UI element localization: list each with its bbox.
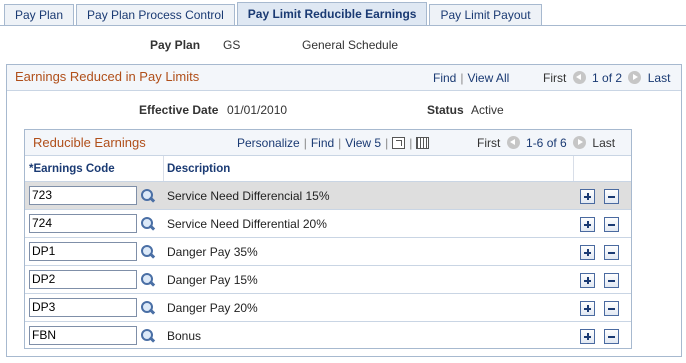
delete-row-button[interactable] — [604, 329, 619, 344]
view-5-link[interactable]: View 5 — [345, 136, 381, 150]
table-row: DP3 Danger Pay 20% — [25, 294, 631, 322]
separator: | — [409, 136, 413, 150]
delete-row-button[interactable] — [604, 273, 619, 288]
personalize-link[interactable]: Personalize — [237, 136, 300, 150]
reducible-earnings-title: Reducible Earnings — [33, 135, 146, 150]
earnings-reduced-header: Earnings Reduced in Pay Limits Find | View… — [7, 65, 681, 91]
outer-find-link[interactable]: Find — [433, 71, 456, 85]
grid-last-label: Last — [592, 136, 616, 150]
earnings-description: Bonus — [167, 329, 202, 343]
outer-last-link[interactable]: Last — [648, 71, 671, 85]
status-label: Status — [427, 103, 464, 117]
add-row-button[interactable] — [580, 245, 595, 260]
delete-row-button[interactable] — [604, 217, 619, 232]
grid-first-label: First — [477, 136, 501, 150]
grid-find-link[interactable]: Find — [311, 136, 334, 150]
status-value: Active — [471, 103, 504, 117]
add-row-button[interactable] — [580, 189, 595, 204]
lookup-icon[interactable] — [141, 245, 155, 259]
add-row-button[interactable] — [580, 217, 595, 232]
next-arrow-icon[interactable] — [628, 71, 642, 84]
earnings-code-input[interactable]: 723 — [29, 186, 137, 205]
delete-row-button[interactable] — [604, 301, 619, 316]
effective-date-value: 01/01/2010 — [227, 103, 288, 117]
outer-first-label: First — [543, 71, 567, 85]
earnings-code-input[interactable]: FBN — [29, 326, 137, 345]
separator: | — [303, 136, 307, 150]
separator: | — [385, 136, 389, 150]
earnings-code-input[interactable]: DP3 — [29, 298, 137, 317]
effective-date-label: Effective Date — [139, 103, 219, 117]
lookup-icon[interactable] — [141, 189, 155, 203]
outer-view-all-link[interactable]: View All — [467, 71, 509, 85]
lookup-icon[interactable] — [141, 301, 155, 315]
earnings-code-input[interactable]: 724 — [29, 214, 137, 233]
earnings-description: Service Need Differencial 15% — [167, 189, 330, 203]
previous-arrow-icon[interactable] — [506, 136, 520, 149]
download-grid-icon[interactable] — [416, 137, 430, 149]
earnings-code-column-header[interactable]: *Earnings Code — [29, 163, 115, 175]
pay-plan-description: General Schedule — [302, 38, 399, 52]
tab-pay-limit-reducible-earnings[interactable]: Pay Limit Reducible Earnings — [236, 2, 428, 26]
table-row: DP2 Danger Pay 15% — [25, 266, 631, 294]
tab-pay-limit-payout[interactable]: Pay Limit Payout — [429, 4, 542, 26]
table-row: 723 Service Need Differencial 15% — [25, 182, 631, 210]
earnings-description: Service Need Differential 20% — [167, 217, 327, 231]
delete-row-button[interactable] — [604, 189, 619, 204]
grid-pager: First 1-6 of 6 Last — [477, 136, 615, 150]
table-row: DP1 Danger Pay 35% — [25, 238, 631, 266]
add-row-button[interactable] — [580, 273, 595, 288]
earnings-code-input[interactable]: DP2 — [29, 270, 137, 289]
earnings-reduced-title: Earnings Reduced in Pay Limits — [15, 69, 200, 84]
lookup-icon[interactable] — [141, 217, 155, 231]
tab-bar: Pay Plan Pay Plan Process Control Pay Li… — [4, 2, 544, 26]
description-column-header[interactable]: Description — [167, 163, 230, 175]
tab-divider — [0, 25, 686, 26]
add-row-button[interactable] — [580, 301, 595, 316]
next-arrow-icon[interactable] — [573, 136, 587, 149]
earnings-description: Danger Pay 20% — [167, 301, 258, 315]
outer-nav-links: Find | View All — [433, 71, 509, 85]
separator: | — [460, 71, 464, 85]
delete-row-button[interactable] — [604, 245, 619, 260]
outer-range: 1 of 2 — [592, 71, 623, 85]
column-divider — [573, 156, 574, 181]
outer-pager: First 1 of 2 Last — [543, 71, 670, 85]
add-row-button[interactable] — [580, 329, 595, 344]
earnings-description: Danger Pay 15% — [167, 273, 258, 287]
earnings-description: Danger Pay 35% — [167, 245, 258, 259]
grid-range: 1-6 of 6 — [526, 136, 567, 150]
earnings-code-input[interactable]: DP1 — [29, 242, 137, 261]
lookup-icon[interactable] — [141, 329, 155, 343]
new-window-icon[interactable] — [392, 137, 406, 149]
tab-pay-plan-process-control[interactable]: Pay Plan Process Control — [76, 4, 235, 26]
column-divider — [163, 156, 164, 181]
separator: | — [338, 136, 342, 150]
grid-nav-links: Personalize | Find | View 5 | | — [237, 136, 430, 150]
table-row: 724 Service Need Differential 20% — [25, 210, 631, 238]
lookup-icon[interactable] — [141, 273, 155, 287]
pay-plan-code: GS — [223, 38, 241, 52]
earnings-reduced-panel: Earnings Reduced in Pay Limits Find | View… — [6, 64, 682, 357]
pay-plan-label: Pay Plan — [150, 38, 201, 52]
reducible-earnings-grid: Reducible Earnings Personalize | Find | View… — [24, 129, 632, 349]
tab-pay-plan[interactable]: Pay Plan — [4, 4, 75, 26]
table-row: FBN Bonus — [25, 322, 631, 350]
previous-arrow-icon[interactable] — [572, 71, 586, 84]
grid-column-headers: *Earnings Code Description — [25, 156, 631, 182]
reducible-earnings-header: Reducible Earnings Personalize | Find | View… — [25, 130, 631, 156]
